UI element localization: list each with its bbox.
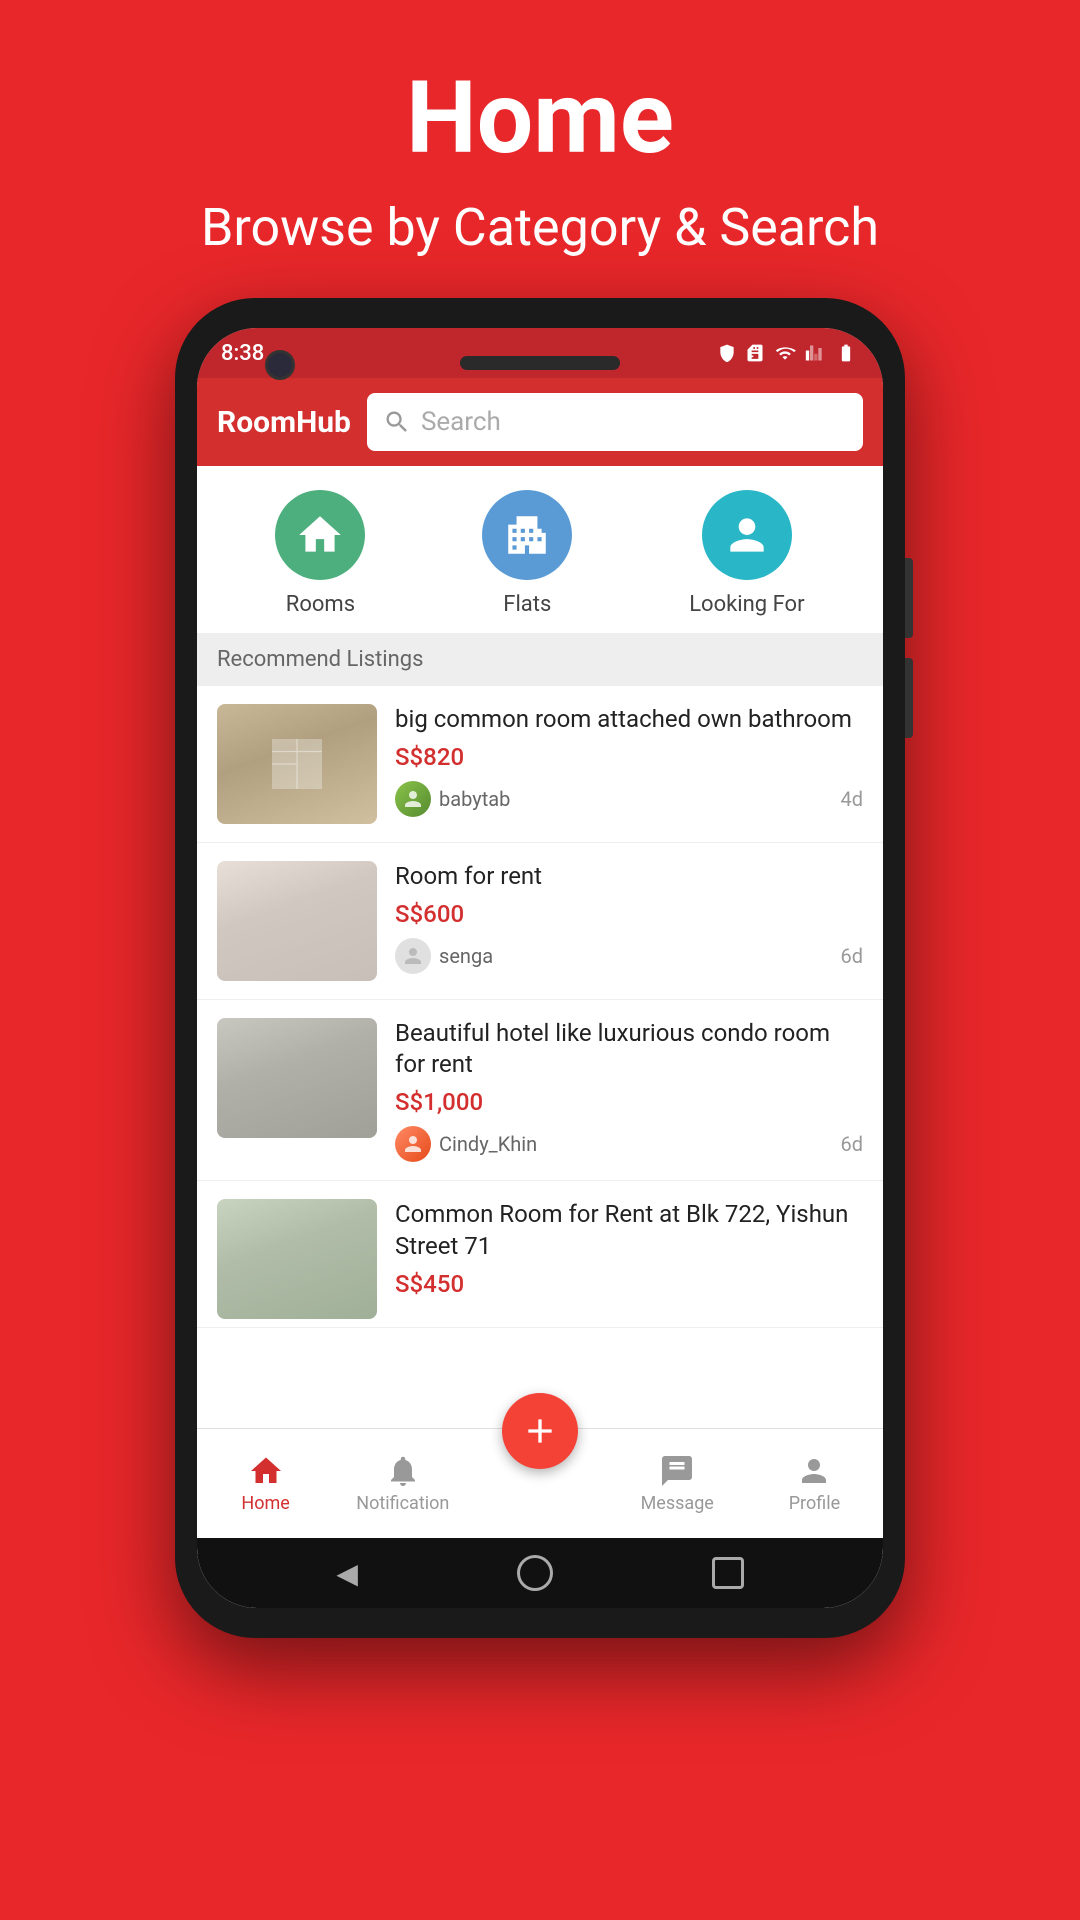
section-header: Recommend Listings <box>197 633 883 686</box>
listing-title-3: Beautiful hotel like luxurious condo roo… <box>395 1018 863 1080</box>
phone-vol-up <box>905 558 913 638</box>
listing-meta-3: Cindy_Khin 6d <box>395 1126 863 1162</box>
listing-info-2: Room for rent S$600 senga 6d <box>395 861 863 974</box>
listing-info-1: big common room attached own bathroom S$… <box>395 704 863 817</box>
bottom-nav: Home Notification Message Profile <box>197 1428 883 1538</box>
listing-item[interactable]: Beautiful hotel like luxurious condo roo… <box>197 1000 883 1181</box>
plus-icon <box>520 1411 560 1451</box>
listing-user-2: senga <box>395 938 493 974</box>
user-avatar-3 <box>395 1126 431 1162</box>
status-bar: 8:38 <box>197 328 883 378</box>
banner-subtitle: Browse by Category & Search <box>80 197 1000 258</box>
nav-notification[interactable]: Notification <box>334 1453 471 1514</box>
user-name-3: Cindy_Khin <box>439 1132 537 1156</box>
rooms-icon-bg <box>275 490 365 580</box>
flats-icon-bg <box>482 490 572 580</box>
nav-profile-label: Profile <box>789 1493 840 1514</box>
phone-frame: 8:38 RoomHub Search <box>175 298 905 1638</box>
user-name-2: senga <box>439 944 493 968</box>
listing-info-3: Beautiful hotel like luxurious condo roo… <box>395 1018 863 1162</box>
listing-time-1: 4d <box>840 787 863 811</box>
listing-item[interactable]: big common room attached own bathroom S$… <box>197 686 883 843</box>
phone-vol-down <box>905 658 913 738</box>
signal-icon <box>805 343 825 363</box>
content: Rooms Flats Look <box>197 466 883 1538</box>
building-icon <box>502 510 552 560</box>
wifi-icon <box>773 343 797 363</box>
listing-time-3: 6d <box>840 1132 863 1156</box>
app-bar: RoomHub Search <box>197 378 883 466</box>
profile-nav-icon <box>796 1453 832 1489</box>
bell-nav-icon <box>385 1453 421 1489</box>
listing-title-2: Room for rent <box>395 861 863 892</box>
user-avatar-1 <box>395 781 431 817</box>
back-btn[interactable]: ◀ <box>336 1557 358 1590</box>
listing-image-3 <box>217 1018 377 1138</box>
categories: Rooms Flats Look <box>197 466 883 633</box>
listing-price-3: S$1,000 <box>395 1088 863 1116</box>
rooms-label: Rooms <box>286 592 355 617</box>
house-icon <box>295 510 345 560</box>
nav-profile[interactable]: Profile <box>746 1453 883 1514</box>
nav-notification-label: Notification <box>356 1493 449 1514</box>
phone-bottom-bar: ◀ <box>197 1538 883 1608</box>
phone-speaker <box>460 356 620 370</box>
home-btn[interactable] <box>517 1555 553 1591</box>
message-nav-icon <box>659 1453 695 1489</box>
listing-image-1 <box>217 704 377 824</box>
listing-image-2 <box>217 861 377 981</box>
looking-icon-bg <box>702 490 792 580</box>
listing-meta-1: babytab 4d <box>395 781 863 817</box>
banner: Home Browse by Category & Search <box>0 0 1080 298</box>
nav-home-label: Home <box>241 1493 289 1514</box>
listing-image-4 <box>217 1199 377 1319</box>
person-icon <box>722 510 772 560</box>
listing-item[interactable]: Room for rent S$600 senga 6d <box>197 843 883 1000</box>
sim-icon <box>745 343 765 363</box>
search-bar[interactable]: Search <box>367 393 863 451</box>
listing-user-1: babytab <box>395 781 510 817</box>
listing-title-1: big common room attached own bathroom <box>395 704 863 735</box>
phone-camera <box>265 350 295 380</box>
category-flats[interactable]: Flats <box>482 490 572 617</box>
user-name-1: babytab <box>439 787 510 811</box>
listing-time-2: 6d <box>840 944 863 968</box>
nav-home[interactable]: Home <box>197 1453 334 1514</box>
search-icon <box>383 408 411 436</box>
home-nav-icon <box>248 1453 284 1489</box>
shield-icon <box>717 343 737 363</box>
post-fab[interactable] <box>502 1393 578 1469</box>
category-looking[interactable]: Looking For <box>689 490 804 617</box>
listing-price-4: S$450 <box>395 1270 863 1298</box>
status-icons <box>717 343 859 363</box>
listing-user-3: Cindy_Khin <box>395 1126 537 1162</box>
nav-message-label: Message <box>641 1493 714 1514</box>
listing-price-1: S$820 <box>395 743 863 771</box>
category-rooms[interactable]: Rooms <box>275 490 365 617</box>
screen: 8:38 RoomHub Search <box>197 328 883 1608</box>
status-time: 8:38 <box>221 341 264 366</box>
recents-btn[interactable] <box>712 1557 744 1589</box>
banner-title: Home <box>80 60 1000 177</box>
listing-item[interactable]: Common Room for Rent at Blk 722, Yishun … <box>197 1181 883 1328</box>
app-logo: RoomHub <box>217 405 351 440</box>
listing-price-2: S$600 <box>395 900 863 928</box>
looking-label: Looking For <box>689 592 804 617</box>
flats-label: Flats <box>503 592 551 617</box>
listing-title-4: Common Room for Rent at Blk 722, Yishun … <box>395 1199 863 1261</box>
battery-icon <box>833 343 859 363</box>
search-placeholder: Search <box>421 407 501 437</box>
nav-message[interactable]: Message <box>609 1453 746 1514</box>
listings: big common room attached own bathroom S$… <box>197 686 883 1428</box>
listing-meta-2: senga 6d <box>395 938 863 974</box>
listing-info-4: Common Room for Rent at Blk 722, Yishun … <box>395 1199 863 1307</box>
user-avatar-2 <box>395 938 431 974</box>
